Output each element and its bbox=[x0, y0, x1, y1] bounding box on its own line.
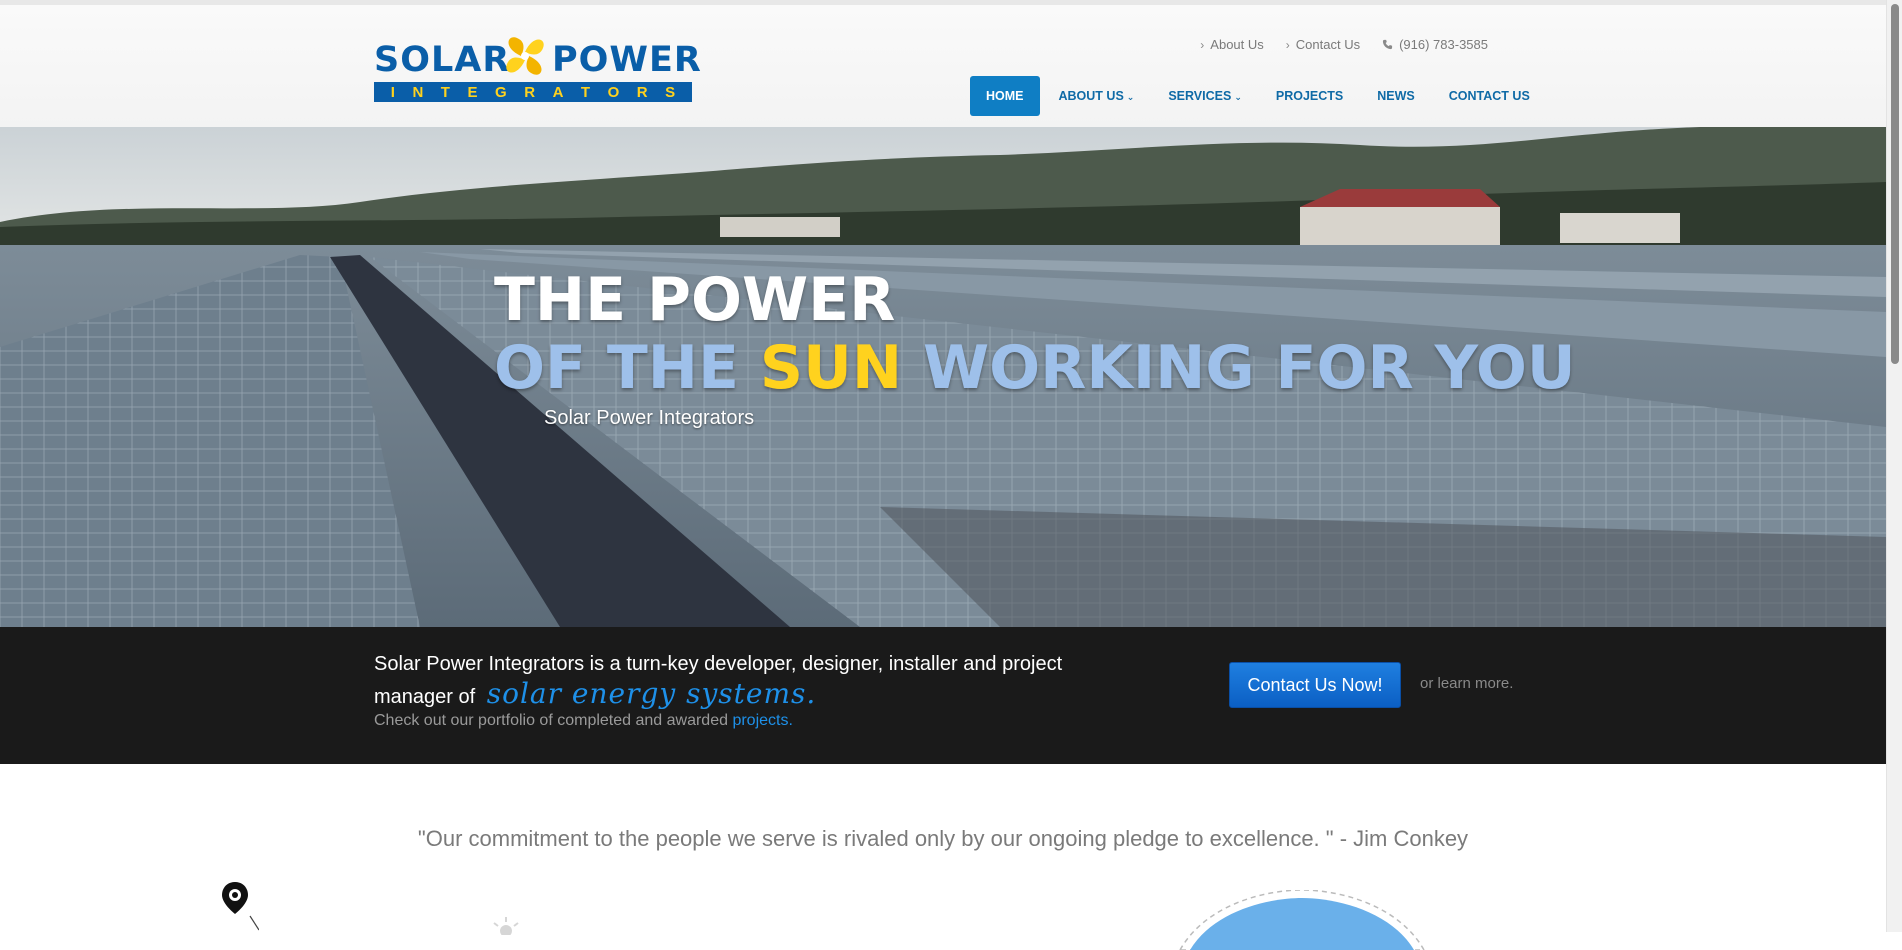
intro-subtext-body: Check out our portfolio of completed and… bbox=[374, 712, 728, 729]
top-utility-links: › About Us › Contact Us (916) 783-3585 bbox=[1200, 37, 1488, 52]
hero-title-line1: THE POWER bbox=[494, 265, 896, 335]
hero-banner: THE POWER OF THE SUN WORKING FOR YOU Sol… bbox=[0, 127, 1886, 627]
site-header: SOLAR POWER I N T E G R A T O R S › Abou… bbox=[0, 5, 1886, 127]
intro-text: Solar Power Integrators is a turn-key de… bbox=[374, 650, 1094, 712]
nav-item-label: PROJECTS bbox=[1275, 89, 1344, 103]
phone-icon bbox=[1383, 39, 1393, 50]
founder-quote: "Our commitment to the people we serve i… bbox=[417, 826, 1469, 851]
logo-word-power: POWER bbox=[552, 40, 702, 80]
top-link-label: (916) 783-3585 bbox=[1399, 37, 1488, 52]
nav-item-home[interactable]: HOME bbox=[970, 76, 1040, 116]
nav-item-label: ABOUT US bbox=[1058, 89, 1124, 103]
hero-line2-highlight: SUN bbox=[759, 333, 903, 403]
nav-item-label: SERVICES bbox=[1168, 89, 1232, 103]
chevron-down-icon: ⌄ bbox=[1234, 92, 1242, 102]
logo-word-solar: SOLAR bbox=[374, 40, 511, 80]
sun-swirl-icon bbox=[506, 37, 544, 75]
intro-subtext: Check out our portfolio of completed and… bbox=[374, 712, 793, 730]
nav-item-about-us[interactable]: ABOUT US ⌄ bbox=[1044, 76, 1150, 116]
sun-icon bbox=[493, 917, 519, 935]
hero-subtitle: Solar Power Integrators bbox=[544, 407, 755, 429]
nav-item-projects[interactable]: PROJECTS bbox=[1261, 76, 1358, 116]
nav-item-contact-us[interactable]: CONTACT US bbox=[1434, 76, 1545, 116]
top-link-label: About Us bbox=[1210, 37, 1264, 52]
logo-band-letter: E bbox=[467, 83, 478, 101]
intro-script-text: solar energy systems. bbox=[486, 677, 817, 710]
top-link-about-us[interactable]: › About Us bbox=[1200, 37, 1263, 52]
projects-link[interactable]: projects. bbox=[732, 712, 792, 729]
page-scrollbar[interactable] bbox=[1886, 0, 1902, 932]
top-link-phone[interactable]: (916) 783-3585 bbox=[1382, 37, 1488, 52]
chevron-right-icon: › bbox=[1285, 37, 1290, 52]
hero-headline: THE POWER OF THE SUN WORKING FOR YOU Sol… bbox=[494, 267, 1576, 430]
site-logo[interactable]: SOLAR POWER I N T E G R A T O R S bbox=[374, 29, 701, 103]
top-link-contact-us[interactable]: › Contact Us bbox=[1286, 37, 1360, 52]
hero-title-line2: OF THE SUN WORKING FOR YOU bbox=[494, 333, 1576, 403]
nav-item-label: CONTACT US bbox=[1448, 89, 1530, 103]
scrollbar-thumb[interactable] bbox=[1891, 4, 1899, 364]
top-link-label: Contact Us bbox=[1295, 37, 1361, 52]
logo-band-letter: R bbox=[524, 83, 536, 101]
hero-line2-suffix: WORKING FOR YOU bbox=[922, 333, 1576, 403]
learn-more-link[interactable]: or learn more. bbox=[1420, 675, 1513, 692]
logo-band-letter: O bbox=[607, 83, 620, 101]
logo-band-letter: T bbox=[580, 83, 591, 101]
map-pin-icon bbox=[222, 882, 259, 931]
logo-band-letter: S bbox=[665, 83, 676, 101]
nav-item-services[interactable]: SERVICES ⌄ bbox=[1153, 76, 1257, 116]
logo-integrators-band: I N T E G R A T O R S bbox=[374, 82, 692, 102]
chevron-down-icon: ⌄ bbox=[1126, 92, 1135, 102]
nav-item-label: HOME bbox=[986, 89, 1024, 103]
globe-icon bbox=[1179, 890, 1425, 950]
intro-band: Solar Power Integrators is a turn-key de… bbox=[0, 627, 1886, 764]
logo-band-letter: N bbox=[412, 83, 424, 101]
logo-band-letter: I bbox=[390, 83, 395, 101]
logo-band-letter: T bbox=[440, 83, 450, 101]
contact-us-now-button[interactable]: Contact Us Now! bbox=[1229, 662, 1401, 708]
nav-item-label: NEWS bbox=[1377, 89, 1415, 103]
chevron-right-icon: › bbox=[1200, 37, 1205, 52]
logo-band-letter: A bbox=[552, 83, 564, 101]
hero-line2-prefix: OF THE bbox=[494, 333, 740, 403]
logo-band-letter: R bbox=[636, 83, 648, 101]
logo-band-letter: G bbox=[495, 83, 507, 101]
main-navigation: HOME ABOUT US ⌄ SERVICES ⌄ PROJECTS NEWS C… bbox=[970, 76, 1545, 116]
nav-item-news[interactable]: NEWS bbox=[1362, 76, 1430, 116]
